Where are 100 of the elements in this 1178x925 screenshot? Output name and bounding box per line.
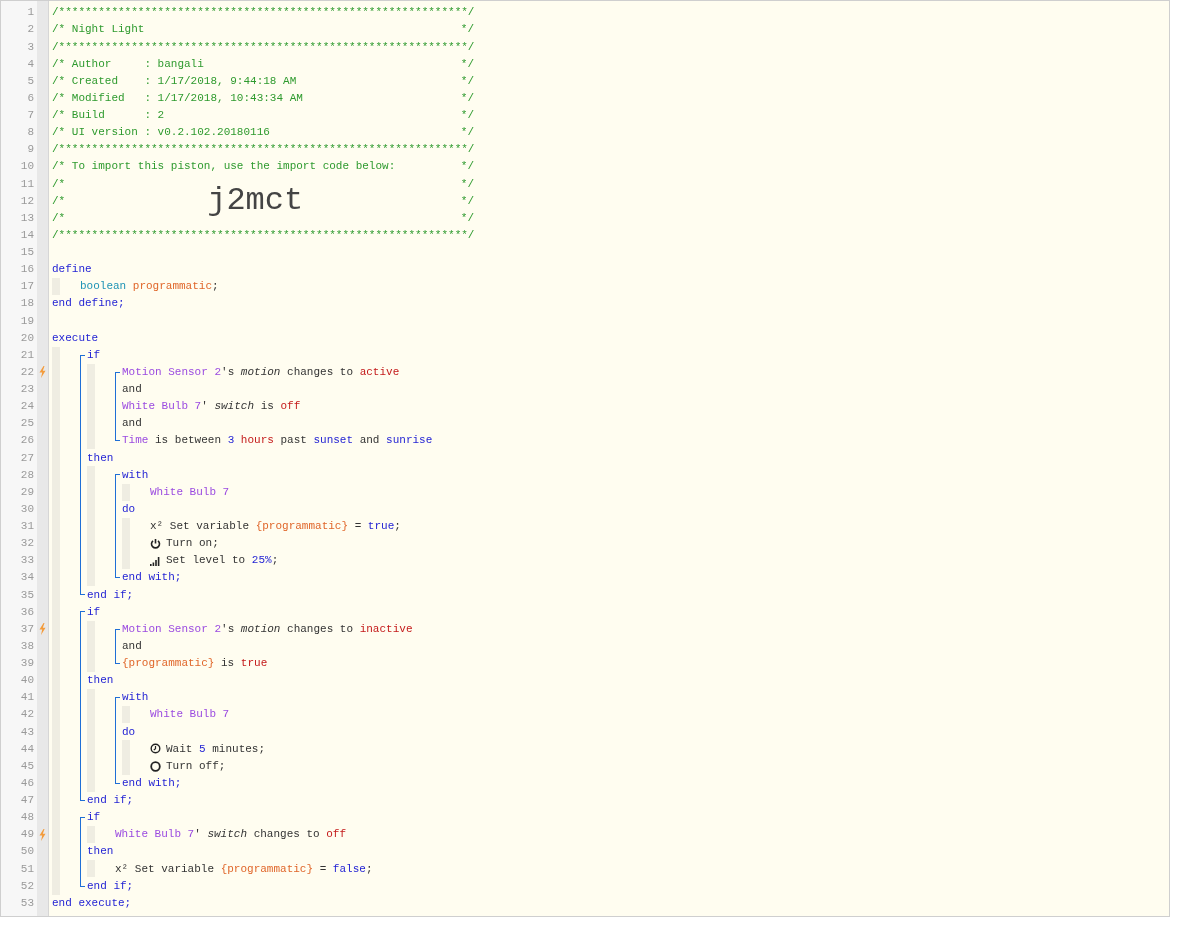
line-number: 50 [20,844,34,860]
code-line: boolean programmatic; [80,279,219,295]
line-number: 6 [27,90,34,106]
code-line: Wait 5 minutes; [166,741,266,757]
comment-text: */ [460,193,474,209]
line-number: 18 [20,296,34,312]
code-line: end if; [87,587,134,603]
code-line: define [52,262,92,278]
line-number: 39 [20,656,34,672]
comment-text: /* Modified : 1/17/2018, 10:43:34 AM [52,90,303,106]
code-line: with [122,690,149,706]
bracket-line [115,371,120,442]
code-line: White Bulb 7 [150,707,230,723]
line-number: 33 [20,553,34,569]
code-line: and [122,638,142,654]
line-number: 16 [20,262,34,278]
line-number: 47 [20,793,34,809]
line-number: 29 [20,484,34,500]
code-line: end execute; [52,895,132,911]
comment-text: /* [52,176,66,192]
code-line: end with; [122,570,182,586]
line-number: 35 [20,587,34,603]
line-number: 4 [27,56,34,72]
comment-text: */ [460,56,474,72]
code-line: Motion Sensor 2's motion changes to active [122,364,400,380]
line-number: 11 [20,176,34,192]
comment-text: */ [460,90,474,106]
comment-text: /* Build : 2 [52,108,165,124]
code-line: and [122,382,142,398]
comment-text: /* [52,193,66,209]
comment-text: /**************************************************************/ [52,227,475,243]
line-number: 52 [20,878,34,894]
code-line: end if; [87,878,134,894]
comment-text: /* Author : bangali [52,56,204,72]
line-number: 38 [20,638,34,654]
line-number: 8 [27,125,34,141]
comment-text: /**************************************************************/ [52,142,475,158]
code-line: then [87,673,114,689]
line-number: 3 [27,39,34,55]
line-number: 13 [20,210,34,226]
code-line: Set level to 25%; [166,553,279,569]
code-line: Turn on; [166,536,219,552]
code-line: with [122,467,149,483]
code-line: if [87,810,101,826]
line-number: 51 [20,861,34,877]
bracket-line [115,628,120,664]
line-number: 49 [20,827,34,843]
line-number: 10 [20,159,34,175]
line-number: 12 [20,193,34,209]
comment-text: /* [52,210,66,226]
comment-text: */ [460,73,474,89]
circle-icon [150,760,161,772]
signal-bars-icon [150,555,161,567]
code-line: then [87,450,114,466]
line-number: 19 [20,313,34,329]
code-line: if [87,604,101,620]
comment-text: /* Created : 1/17/2018, 9:44:18 AM [52,73,297,89]
line-number: 37 [20,621,34,637]
line-number: 53 [20,895,34,911]
line-number: 24 [20,399,34,415]
comment-text: /**************************************************************/ [52,5,475,21]
code-line: end if; [87,793,134,809]
line-number: 25 [20,416,34,432]
line-number: 36 [20,604,34,620]
line-number: 7 [27,108,34,124]
line-number: 32 [20,536,34,552]
code-line: x² Set variable {programmatic} = true; [150,519,401,535]
line-number: 46 [20,775,34,791]
line-number: 42 [20,707,34,723]
line-number: 43 [20,724,34,740]
code-line: White Bulb 7' switch is off [122,399,301,415]
line-number: 2 [27,22,34,38]
code-line: Time is between 3 hours past sunset and sunrise [122,433,433,449]
code-line: if [87,347,101,363]
comment-text: */ [460,176,474,192]
comment-text: */ [460,210,474,226]
line-number: 20 [20,330,34,346]
code-line: Turn off; [166,758,226,774]
line-number: 22 [20,364,34,380]
code-line: {programmatic} is true [122,656,268,672]
line-number: 27 [20,450,34,466]
line-number: 1 [27,5,34,21]
import-code: j2mct [207,183,304,218]
comment-text: */ [460,159,474,175]
code-line: end with; [122,775,182,791]
line-number: 23 [20,382,34,398]
line-number: 26 [20,433,34,449]
line-number: 15 [20,245,34,261]
line-number: 14 [20,227,34,243]
code-line: end define; [52,296,125,312]
comment-text: /* Night Light [52,22,145,38]
code-line: x² Set variable {programmatic} = false; [115,861,373,877]
power-icon [150,537,161,549]
line-number: 44 [20,741,34,757]
line-number: 21 [20,347,34,363]
line-number: 40 [20,673,34,689]
line-number: 30 [20,501,34,517]
comment-text: */ [460,22,474,38]
code-line: then [87,844,114,860]
comment-text: /* UI version : v0.2.102.20180116 [52,125,270,141]
